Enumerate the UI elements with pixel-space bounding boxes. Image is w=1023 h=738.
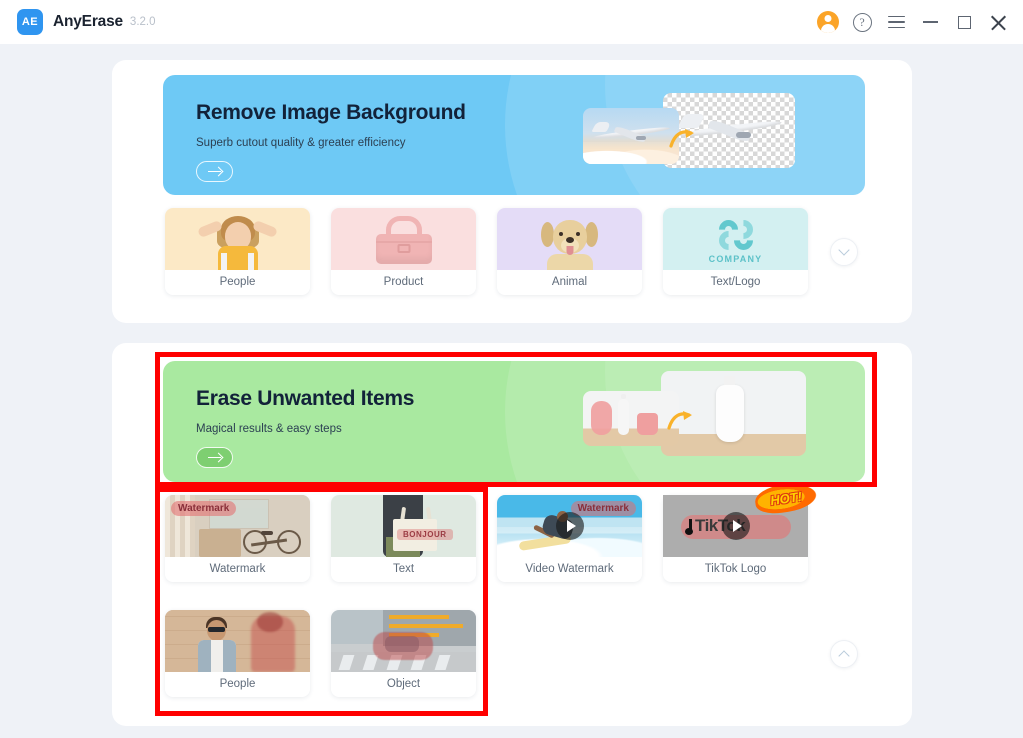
hamburger-menu-icon (887, 15, 905, 29)
card-text-logo[interactable]: COMPANY Text/Logo (663, 208, 808, 295)
arrow-right-icon (208, 456, 221, 459)
maximize-icon (957, 15, 971, 29)
card-people-erase[interactable]: People (165, 610, 310, 697)
transform-arrow-icon (667, 409, 695, 431)
remove-background-section: Remove Image Background Superb cutout qu… (112, 60, 912, 323)
card-people-thumbnail (165, 208, 310, 270)
card-product-thumbnail (331, 208, 476, 270)
window-controls: ? (811, 0, 1015, 44)
banner-title: Erase Unwanted Items (196, 387, 415, 410)
card-tiktok-logo[interactable]: TikTok HOT! TikTok Logo (663, 479, 819, 582)
app-brand: AE AnyErase 3.2.0 (17, 9, 156, 35)
watermark-overlay-text: Watermark (171, 501, 237, 516)
card-animal-thumbnail (497, 208, 642, 270)
title-bar: AE AnyErase 3.2.0 ? (0, 0, 1023, 44)
hot-badge: HOT! (753, 479, 819, 517)
card-tiktok-logo-label: TikTok Logo (704, 563, 767, 575)
banner-subtitle: Magical results & easy steps (196, 423, 342, 435)
card-text-logo-thumbnail: COMPANY (663, 208, 808, 270)
minimize-button[interactable] (913, 5, 947, 39)
close-button[interactable] (981, 5, 1015, 39)
app-name: AnyErase (53, 13, 123, 30)
play-icon[interactable] (555, 512, 584, 540)
erase-unwanted-items-banner[interactable]: Erase Unwanted Items Magical results & e… (163, 361, 865, 482)
banner-title: Remove Image Background (196, 101, 466, 124)
card-product-label: Product (383, 276, 424, 288)
chevron-up-icon (838, 650, 850, 662)
expand-background-categories-button[interactable] (830, 238, 858, 266)
card-people-label: People (219, 276, 256, 288)
card-people-erase-label: People (219, 678, 256, 690)
user-avatar-icon (817, 11, 839, 33)
card-watermark-thumbnail: Watermark (165, 495, 310, 557)
banner-subtitle: Superb cutout quality & greater efficien… (196, 137, 406, 149)
minimize-icon (922, 21, 938, 23)
menu-button[interactable] (879, 5, 913, 39)
arrow-right-icon (208, 170, 221, 173)
help-icon: ? (852, 12, 872, 32)
transform-arrow-icon (669, 127, 697, 149)
app-logo-icon: AE (17, 9, 43, 35)
card-people-erase-thumbnail (165, 610, 310, 672)
remove-background-start-button[interactable] (196, 161, 233, 182)
card-text[interactable]: BONJOUR Text (331, 495, 476, 582)
app-version: 3.2.0 (129, 16, 156, 28)
video-watermark-overlay-text: Watermark (570, 501, 636, 516)
collapse-erase-categories-button[interactable] (830, 640, 858, 668)
chevron-down-icon (838, 244, 850, 256)
maximize-button[interactable] (947, 5, 981, 39)
product-before-image (583, 391, 679, 446)
card-video-watermark-label: Video Watermark (525, 563, 614, 575)
card-object-erase-thumbnail (331, 610, 476, 672)
card-text-logo-label: Text/Logo (710, 276, 761, 288)
card-object-erase-label: Object (386, 678, 421, 690)
erase-unwanted-items-section: Erase Unwanted Items Magical results & e… (112, 343, 912, 726)
card-video-watermark-thumbnail: Watermark (497, 495, 642, 557)
close-icon (990, 14, 1007, 31)
card-people[interactable]: People (165, 208, 310, 295)
card-text-thumbnail: BONJOUR (331, 495, 476, 557)
account-avatar-button[interactable] (811, 5, 845, 39)
card-text-label: Text (392, 563, 415, 575)
card-watermark-label: Watermark (209, 563, 266, 575)
card-watermark[interactable]: Watermark Watermark (165, 495, 310, 582)
airplane-photo (591, 121, 670, 145)
help-button[interactable]: ? (845, 5, 879, 39)
remove-background-banner[interactable]: Remove Image Background Superb cutout qu… (163, 75, 865, 195)
card-animal-label: Animal (551, 276, 588, 288)
company-logo-text: COMPANY (708, 254, 763, 264)
play-icon[interactable] (721, 512, 750, 540)
card-video-watermark[interactable]: Watermark Video Watermark (497, 495, 642, 582)
text-overlay-text: BONJOUR (397, 529, 453, 540)
card-animal[interactable]: Animal (497, 208, 642, 295)
bottle-shape (716, 375, 744, 443)
card-object-erase[interactable]: Object (331, 610, 476, 697)
card-product[interactable]: Product (331, 208, 476, 295)
erase-unwanted-items-start-button[interactable] (196, 447, 233, 468)
company-logo-icon (714, 216, 757, 254)
airplane-before-image (583, 108, 679, 164)
